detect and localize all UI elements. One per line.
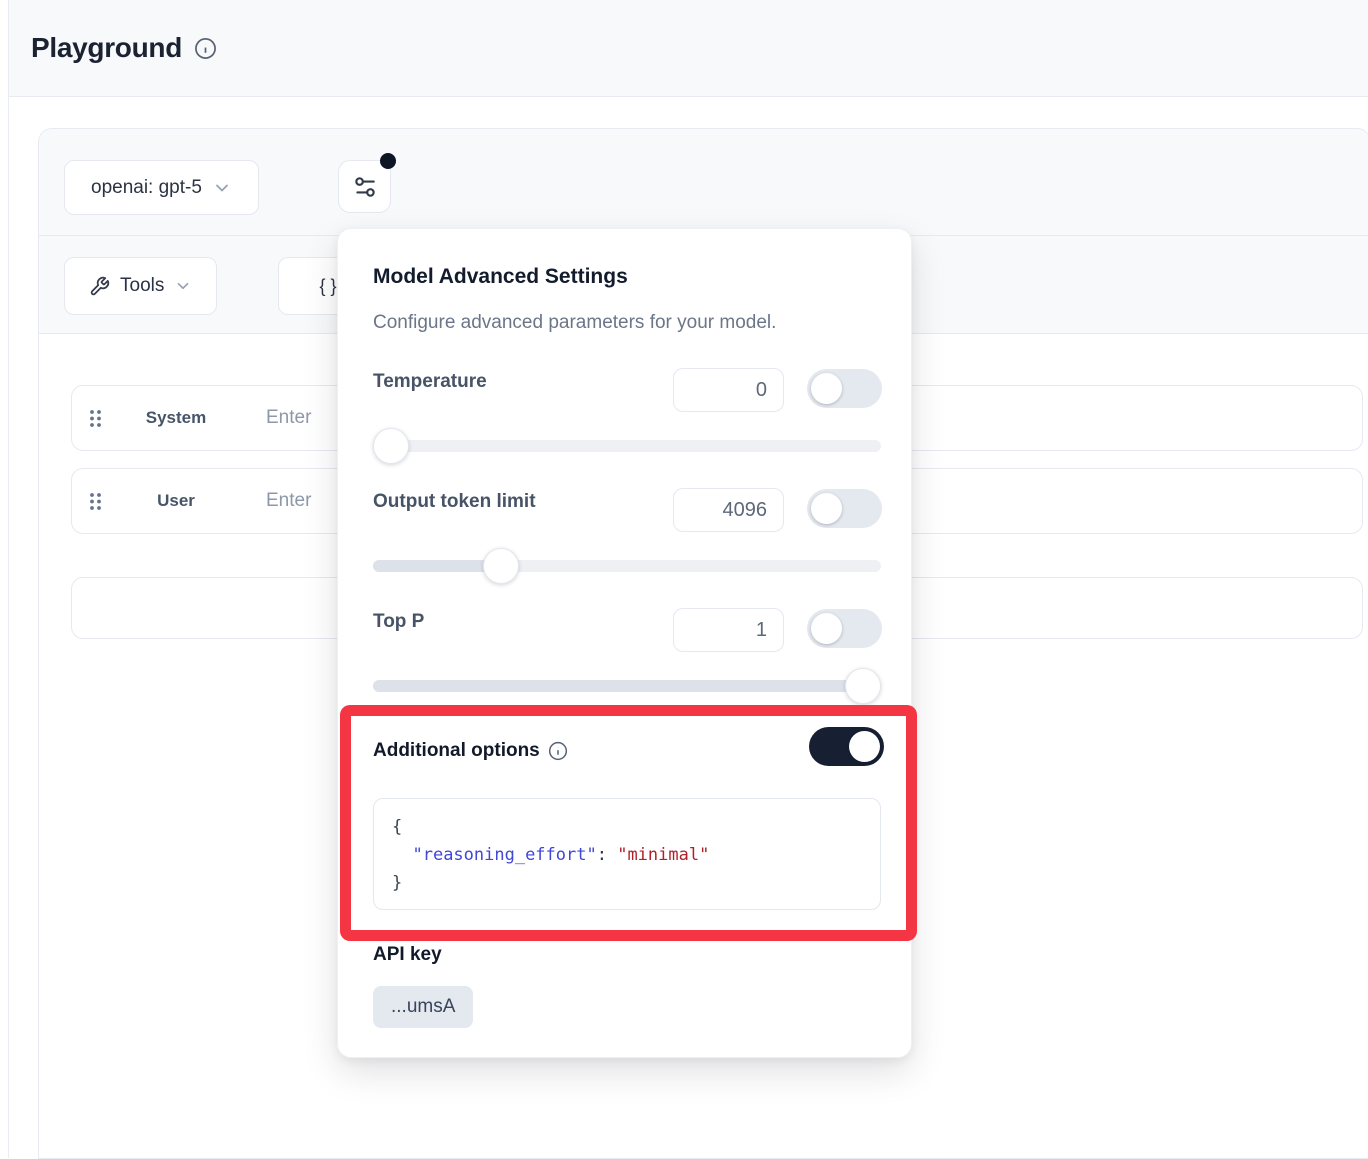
additional-options-label: Additional options [373, 740, 568, 762]
top-p-label: Top P [373, 611, 424, 633]
temperature-toggle[interactable] [807, 369, 882, 408]
code-line: "reasoning_effort": "minimal" [392, 841, 862, 869]
top-p-input[interactable] [673, 608, 784, 652]
toggle-knob [811, 493, 842, 524]
temperature-input[interactable] [673, 368, 784, 412]
output-token-limit-label: Output token limit [373, 491, 536, 513]
additional-options-text: Additional options [373, 740, 540, 762]
toggle-knob [849, 731, 880, 762]
json-key: "reasoning_effort" [412, 845, 596, 865]
popover-title: Model Advanced Settings [373, 265, 628, 289]
message-input[interactable]: Enter [266, 407, 311, 429]
top-p-toggle[interactable] [807, 609, 882, 648]
slider-knob[interactable] [483, 548, 519, 584]
temperature-label: Temperature [373, 371, 487, 393]
message-input[interactable]: Enter [266, 490, 311, 512]
info-icon[interactable] [194, 37, 217, 60]
notification-dot [380, 153, 396, 169]
output-token-limit-input[interactable] [673, 488, 784, 532]
chevron-down-icon [212, 178, 232, 198]
additional-options-json-editor[interactable]: { "reasoning_effort": "minimal" } [373, 798, 881, 910]
slider-knob[interactable] [373, 428, 409, 464]
drag-handle-icon[interactable] [88, 491, 103, 512]
toggle-knob [811, 373, 842, 404]
temperature-slider[interactable] [373, 428, 881, 464]
toggle-knob [811, 613, 842, 644]
tools-button[interactable]: Tools [64, 257, 217, 315]
output-token-limit-toggle[interactable] [807, 489, 882, 528]
model-select-label: openai: gpt-5 [91, 177, 202, 199]
model-advanced-settings-popover: Model Advanced Settings Configure advanc… [337, 228, 912, 1058]
sliders-icon [352, 174, 378, 200]
model-select-button[interactable]: openai: gpt-5 [64, 160, 259, 215]
slider-knob[interactable] [845, 668, 881, 704]
role-label[interactable]: User [126, 491, 226, 511]
slider-fill [373, 560, 501, 572]
chevron-down-icon [174, 277, 192, 295]
model-advanced-settings-button[interactable] [338, 160, 391, 213]
slider-fill [373, 680, 881, 692]
api-key-label: API key [373, 944, 442, 966]
drag-handle-icon[interactable] [88, 408, 103, 429]
page-left-border [8, 0, 9, 1158]
model-toolbar: openai: gpt-5 [39, 129, 1368, 236]
role-label[interactable]: System [126, 408, 226, 428]
tools-button-label: Tools [120, 275, 164, 297]
popover-subtitle: Configure advanced parameters for your m… [373, 312, 776, 334]
app-header: Playground [9, 0, 1368, 97]
slider-track [373, 440, 881, 452]
output-token-limit-slider[interactable] [373, 548, 881, 584]
json-value: "minimal" [617, 845, 709, 865]
api-key-value-pill[interactable]: ...umsA [373, 986, 473, 1028]
wrench-icon [89, 276, 110, 297]
info-icon[interactable] [548, 741, 568, 761]
top-p-slider[interactable] [373, 668, 881, 704]
page-title: Playground [31, 32, 182, 64]
code-line: } [392, 869, 862, 897]
additional-options-toggle[interactable] [809, 727, 884, 766]
code-line: { [392, 813, 862, 841]
